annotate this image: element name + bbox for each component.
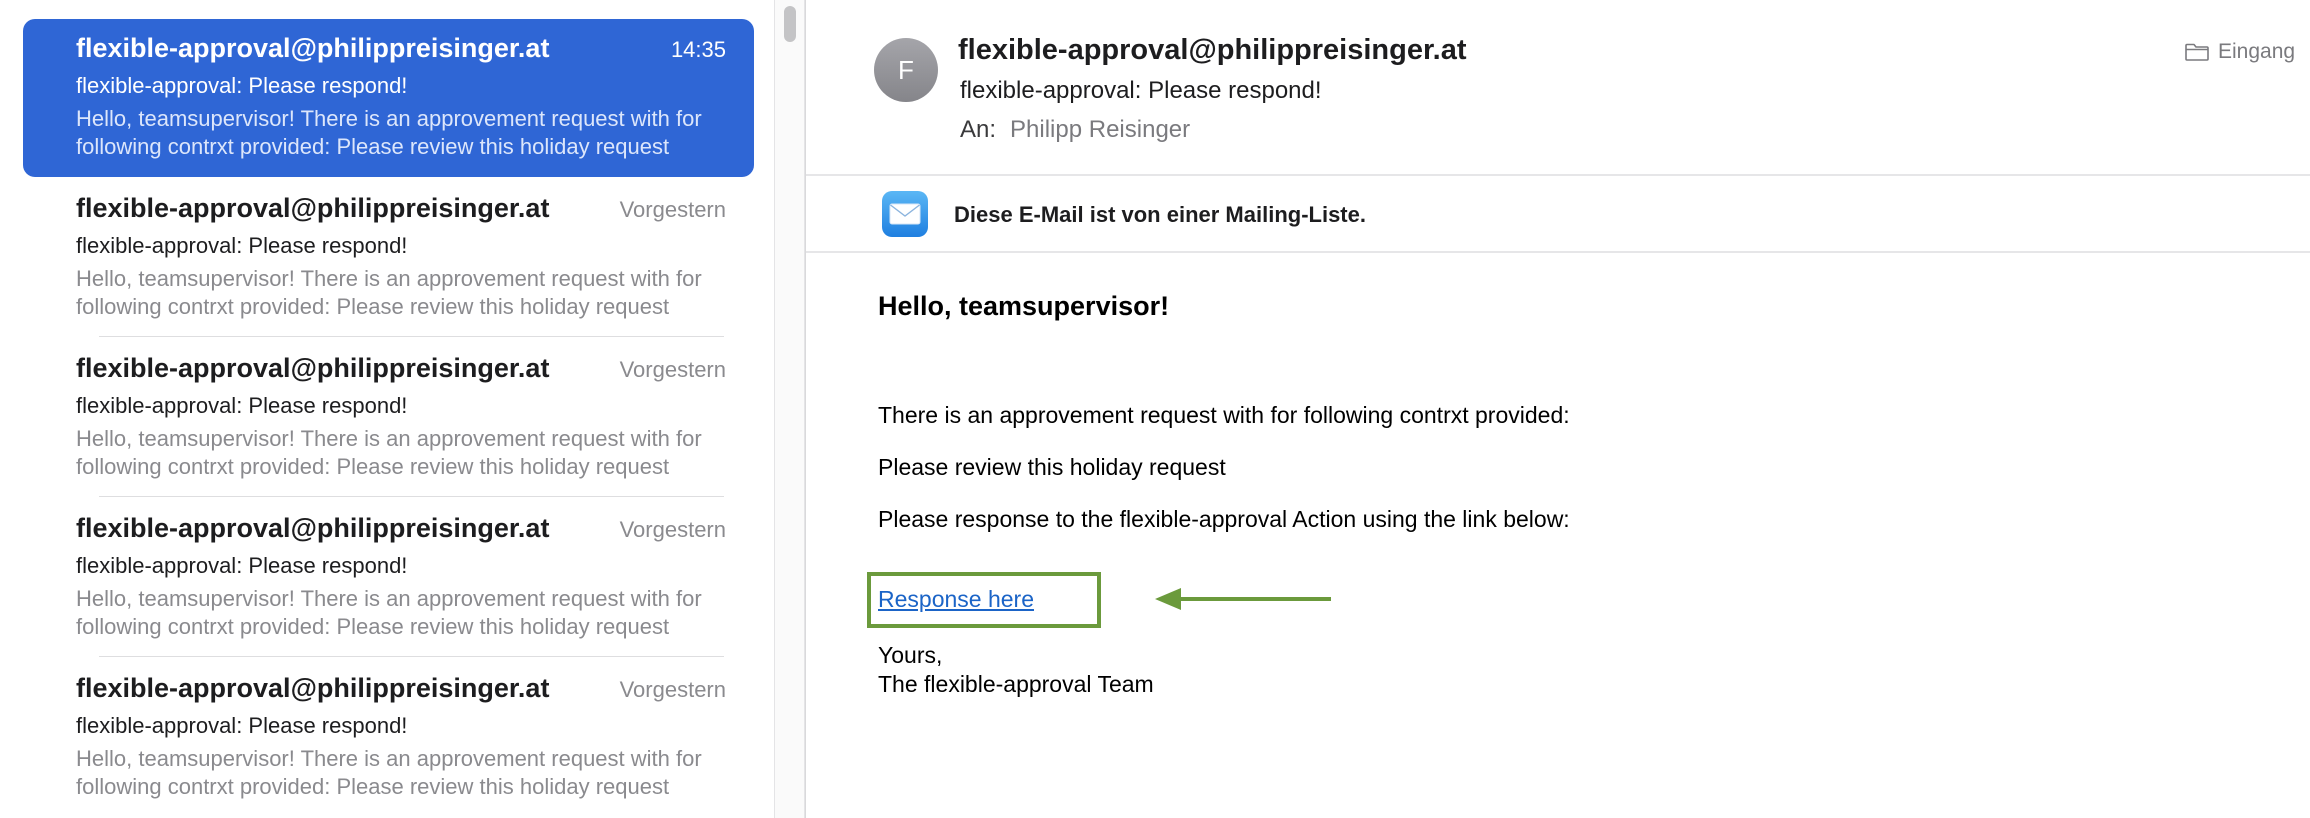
message-preview: Hello, teamsupervisor! There is an appro…: [76, 746, 702, 799]
message-divider: [99, 656, 724, 657]
message-subject: flexible-approval: Please respond!: [76, 233, 408, 258]
message-sender: flexible-approval@philippreisinger.at: [76, 193, 550, 223]
closing-line: Yours,: [878, 642, 943, 668]
reading-pane: F flexible-approval@philippreisinger.at …: [806, 0, 2310, 818]
body-line: There is an approvement request with for…: [878, 402, 1570, 428]
message-sender: flexible-approval@philippreisinger.at: [76, 673, 550, 703]
message-item[interactable]: flexible-approval@philippreisinger.at Vo…: [23, 499, 754, 657]
folder-icon: [2185, 43, 2209, 61]
body-line: Please review this holiday request: [878, 454, 1226, 480]
message-subject: flexible-approval: Please respond!: [76, 553, 408, 578]
closing-signature: The flexible-approval Team: [878, 671, 1154, 697]
banner-text: Diese E-Mail ist von einer Mailing-Liste…: [954, 202, 1366, 227]
message-time: Vorgestern: [619, 517, 726, 542]
annotation-arrow-icon: [1155, 588, 1331, 610]
response-link[interactable]: Response here: [878, 586, 1034, 613]
recipient-name[interactable]: Philipp Reisinger: [1010, 116, 1190, 143]
mailing-list-banner: Diese E-Mail ist von einer Mailing-Liste…: [806, 176, 2310, 253]
message-sender: flexible-approval@philippreisinger.at: [76, 33, 550, 63]
message-item[interactable]: flexible-approval@philippreisinger.at Vo…: [23, 179, 754, 337]
recipient-row: An: Philipp Reisinger: [960, 116, 1190, 144]
body-greeting: Hello, teamsupervisor!: [878, 291, 1170, 321]
message-time: Vorgestern: [619, 197, 726, 222]
message-sender: flexible-approval@philippreisinger.at: [76, 513, 550, 543]
mailbox-button[interactable]: Eingang: [2184, 40, 2295, 64]
message-time: Vorgestern: [619, 677, 726, 702]
message-preview: Hello, teamsupervisor! There is an appro…: [76, 266, 702, 319]
message-item[interactable]: flexible-approval@philippreisinger.at Vo…: [23, 339, 754, 497]
message-list: flexible-approval@philippreisinger.at 14…: [0, 0, 774, 818]
message-item[interactable]: flexible-approval@philippreisinger.at Vo…: [23, 659, 754, 817]
message-preview: Hello, teamsupervisor! There is an appro…: [76, 426, 702, 479]
recipient-label: An:: [960, 116, 997, 143]
message-time: 14:35: [670, 37, 726, 62]
avatar: F: [874, 38, 938, 102]
email-subject: flexible-approval: Please respond!: [960, 77, 1322, 104]
sender-address[interactable]: flexible-approval@philippreisinger.at: [958, 34, 1467, 67]
scrollbar-thumb[interactable]: [784, 6, 796, 42]
message-item[interactable]: flexible-approval@philippreisinger.at 14…: [23, 19, 754, 177]
message-sender: flexible-approval@philippreisinger.at: [76, 353, 550, 383]
message-time: Vorgestern: [619, 357, 726, 382]
body-line: Please response to the flexible-approval…: [878, 506, 1570, 532]
body-closing: Yours, The flexible-approval Team: [878, 641, 1154, 699]
envelope-icon: [882, 191, 928, 237]
message-divider: [99, 336, 724, 337]
email-header: F flexible-approval@philippreisinger.at …: [806, 0, 2310, 176]
message-divider: [99, 496, 724, 497]
message-preview: Hello, teamsupervisor! There is an appro…: [76, 586, 702, 639]
message-list-scrollbar[interactable]: [774, 0, 805, 818]
message-subject: flexible-approval: Please respond!: [76, 73, 408, 98]
message-subject: flexible-approval: Please respond!: [76, 393, 408, 418]
message-subject: flexible-approval: Please respond!: [76, 713, 408, 738]
message-preview: Hello, teamsupervisor! There is an appro…: [76, 106, 702, 159]
mailbox-label: Eingang: [2218, 40, 2296, 63]
